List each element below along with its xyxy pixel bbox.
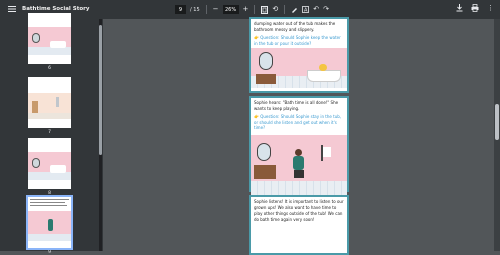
- zoom-out-icon[interactable]: −: [213, 6, 219, 13]
- divider: [205, 5, 207, 14]
- document-title: Bathtime Social Story: [22, 6, 90, 12]
- undo-icon[interactable]: ↶: [313, 6, 319, 13]
- page-thumbnail: [28, 138, 71, 189]
- thumbnail-7[interactable]: 7: [28, 77, 71, 135]
- sidebar-scrollbar-thumb[interactable]: [99, 25, 102, 155]
- fit-page-icon[interactable]: [261, 5, 269, 14]
- toolbar-actions: ⋮: [456, 4, 494, 12]
- page-thumbnail-selected: [26, 195, 73, 250]
- thumbnail-label: 8: [48, 191, 51, 196]
- thumbnail-label: 6: [48, 66, 51, 71]
- rubber-duck: [319, 64, 327, 71]
- annotate-icon[interactable]: [291, 6, 298, 13]
- story-question: 👉 Question: Should Sophie keep the water…: [254, 35, 341, 46]
- print-icon[interactable]: [471, 4, 479, 12]
- mirror: [257, 142, 271, 161]
- download-icon[interactable]: [456, 4, 463, 12]
- sophie-head: [295, 148, 302, 156]
- illustration-bathroom: [251, 48, 347, 88]
- divider: [284, 5, 286, 14]
- thumbnail-label: 7: [48, 130, 51, 135]
- vanity: [256, 74, 276, 84]
- page-thumbnail: [28, 77, 71, 128]
- redo-icon[interactable]: ↷: [323, 6, 329, 13]
- sophie-body: [293, 155, 304, 170]
- sophie-legs: [294, 169, 304, 178]
- thumbnail-6[interactable]: 6: [28, 13, 71, 71]
- mirror: [259, 52, 273, 70]
- story-text: Sophie listens! It is important to liste…: [254, 199, 344, 222]
- page-thumbnail: [28, 13, 71, 64]
- vanity: [254, 164, 276, 179]
- page-total: / 15: [190, 6, 200, 13]
- zoom-in-icon[interactable]: +: [243, 6, 249, 13]
- menu-icon[interactable]: [8, 5, 16, 13]
- thumbnail-9[interactable]: 9: [26, 195, 73, 255]
- towel: [323, 146, 331, 157]
- svg-text:A: A: [304, 8, 308, 14]
- viewer-scrollbar-thumb[interactable]: [495, 104, 499, 140]
- thumbnail-8[interactable]: 8: [28, 138, 71, 196]
- rotate-icon[interactable]: ⟲: [272, 6, 278, 13]
- more-icon[interactable]: ⋮: [487, 4, 494, 12]
- story-card-2: Sophie hears: "Bath time is all done!" S…: [249, 96, 349, 195]
- illustration-bathroom: [251, 134, 347, 195]
- divider: [254, 5, 256, 14]
- tile-floor: [251, 180, 347, 195]
- story-card-3: Sophie listens! It is important to liste…: [249, 195, 349, 255]
- story-text: Sophie hears: "Bath time is all done!" S…: [254, 100, 339, 111]
- bathtub: [307, 70, 341, 82]
- zoom-input[interactable]: 26%: [222, 5, 239, 14]
- story-text: dumping water out of the tub makes the b…: [254, 21, 336, 32]
- page-content: dumping water out of the tub makes the b…: [249, 17, 349, 255]
- page-number-input[interactable]: 9: [175, 5, 186, 14]
- story-question: 👉 Question: Should Sophie stay in the tu…: [254, 114, 342, 130]
- thumbnail-sidebar: 6 7 8 9: [0, 13, 103, 255]
- page-zoom-controls: 9 / 15 − 26% + ⟲ A ↶ ↷: [175, 3, 329, 16]
- story-card-1: dumping water out of the tub makes the b…: [249, 17, 349, 93]
- text-icon[interactable]: A: [302, 6, 310, 14]
